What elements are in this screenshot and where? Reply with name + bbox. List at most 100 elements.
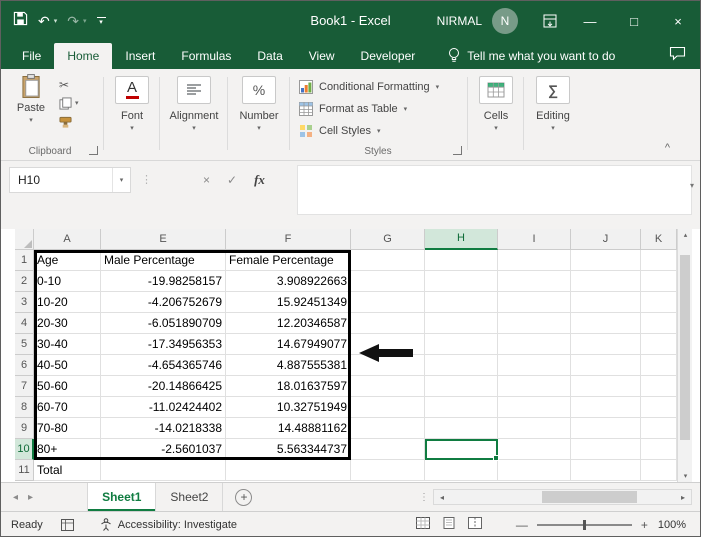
cell-E10[interactable]: -2.5601037 [101, 439, 226, 460]
format-painter-button[interactable] [59, 115, 79, 130]
undo-dropdown-icon[interactable]: ▾ [54, 17, 58, 25]
row-header-7[interactable]: 7 [15, 376, 34, 397]
cell-A3[interactable]: 10-20 [34, 292, 101, 313]
cell-K1[interactable] [641, 250, 677, 271]
cell-F6[interactable]: 4.887555381 [226, 355, 351, 376]
maximize-button[interactable]: □ [612, 1, 656, 41]
cell-K4[interactable] [641, 313, 677, 334]
cell-A5[interactable]: 30-40 [34, 334, 101, 355]
cell-I5[interactable] [498, 334, 571, 355]
scroll-down-icon[interactable]: ▾ [678, 472, 693, 480]
cell-A10[interactable]: 80+ [34, 439, 101, 460]
vertical-scrollbar[interactable]: ▴ ▾ [677, 229, 692, 482]
row-header-2[interactable]: 2 [15, 271, 34, 292]
cell-H3[interactable] [425, 292, 498, 313]
cell-H4[interactable] [425, 313, 498, 334]
user-avatar[interactable]: N [492, 8, 518, 34]
save-icon[interactable] [13, 11, 28, 31]
cell-F10[interactable]: 5.563344737 [226, 439, 351, 460]
paste-button[interactable]: Paste ▾ [9, 74, 53, 140]
cell-J11[interactable] [571, 460, 641, 481]
insert-function-icon[interactable]: fx [254, 172, 265, 188]
sheet-nav-left-icon[interactable]: ◂ [13, 492, 18, 503]
ribbon-tab-developer[interactable]: Developer [348, 43, 429, 69]
column-header-I[interactable]: I [498, 229, 571, 250]
row-header-8[interactable]: 8 [15, 397, 34, 418]
undo-icon[interactable]: ↶ [38, 13, 50, 30]
styles-dialog-launcher-icon[interactable] [453, 146, 462, 155]
cell-J8[interactable] [571, 397, 641, 418]
cell-I4[interactable] [498, 313, 571, 334]
cell-J10[interactable] [571, 439, 641, 460]
formula-bar-expand-icon[interactable]: ▾ [690, 181, 694, 190]
cell-A1[interactable]: Age [34, 250, 101, 271]
row-header-6[interactable]: 6 [15, 355, 34, 376]
column-header-A[interactable]: A [34, 229, 101, 250]
cell-H2[interactable] [425, 271, 498, 292]
ribbon-tab-home[interactable]: Home [54, 43, 112, 69]
scrollbar-splitter[interactable]: ⋮ [419, 492, 429, 503]
cell-E7[interactable]: -20.14866425 [101, 376, 226, 397]
conditional-formatting-button[interactable]: Conditional Formatting ▾ [299, 76, 439, 98]
editing-group-button[interactable]: ∑ Editing ▾ [525, 76, 581, 132]
cell-I8[interactable] [498, 397, 571, 418]
paste-dropdown-icon[interactable]: ▾ [29, 117, 33, 124]
cell-A6[interactable]: 40-50 [34, 355, 101, 376]
sheet-tab-sheet2[interactable]: Sheet2 [156, 483, 223, 511]
cell-F4[interactable]: 12.20346587 [226, 313, 351, 334]
cell-A9[interactable]: 70-80 [34, 418, 101, 439]
column-header-J[interactable]: J [571, 229, 641, 250]
cell-I6[interactable] [498, 355, 571, 376]
cell-F8[interactable]: 10.32751949 [226, 397, 351, 418]
cell-J7[interactable] [571, 376, 641, 397]
cell-E5[interactable]: -17.34956353 [101, 334, 226, 355]
cell-F2[interactable]: 3.908922663 [226, 271, 351, 292]
name-box[interactable]: H10 ▾ [9, 167, 131, 193]
font-group-button[interactable]: A Font ▾ [105, 76, 159, 132]
zoom-out-icon[interactable]: — [516, 518, 528, 532]
cell-E3[interactable]: -4.206752679 [101, 292, 226, 313]
ribbon-tab-formulas[interactable]: Formulas [168, 43, 244, 69]
select-all-corner[interactable] [15, 229, 34, 250]
cell-G9[interactable] [351, 418, 425, 439]
cell-E6[interactable]: -4.654365746 [101, 355, 226, 376]
cell-A4[interactable]: 20-30 [34, 313, 101, 334]
zoom-in-icon[interactable]: + [641, 518, 648, 532]
ribbon-tab-file[interactable]: File [9, 43, 54, 69]
cell-J6[interactable] [571, 355, 641, 376]
page-break-view-icon[interactable] [468, 517, 482, 532]
cell-F3[interactable]: 15.92451349 [226, 292, 351, 313]
cell-E9[interactable]: -14.0218338 [101, 418, 226, 439]
cell-F5[interactable]: 14.67949077 [226, 334, 351, 355]
alignment-group-button[interactable]: Alignment ▾ [161, 76, 227, 132]
cell-J3[interactable] [571, 292, 641, 313]
name-box-dropdown-icon[interactable]: ▾ [112, 168, 130, 192]
cell-F1[interactable]: Female Percentage [226, 250, 351, 271]
macro-record-icon[interactable] [61, 519, 74, 531]
column-header-G[interactable]: G [351, 229, 425, 250]
sheet-tab-sheet1[interactable]: Sheet1 [87, 483, 156, 511]
page-layout-view-icon[interactable] [442, 517, 456, 532]
cell-A8[interactable]: 60-70 [34, 397, 101, 418]
cell-K6[interactable] [641, 355, 677, 376]
cell-E1[interactable]: Male Percentage [101, 250, 226, 271]
cell-I11[interactable] [498, 460, 571, 481]
row-header-11[interactable]: 11 [15, 460, 34, 481]
cell-A7[interactable]: 50-60 [34, 376, 101, 397]
cell-E8[interactable]: -11.02424402 [101, 397, 226, 418]
row-header-9[interactable]: 9 [15, 418, 34, 439]
cell-J1[interactable] [571, 250, 641, 271]
cell-G2[interactable] [351, 271, 425, 292]
cell-G7[interactable] [351, 376, 425, 397]
cells-group-button[interactable]: Cells ▾ [469, 76, 523, 132]
cell-H1[interactable] [425, 250, 498, 271]
ribbon-tab-view[interactable]: View [296, 43, 348, 69]
cell-K2[interactable] [641, 271, 677, 292]
comment-icon[interactable] [669, 46, 686, 66]
cell-G3[interactable] [351, 292, 425, 313]
row-header-3[interactable]: 3 [15, 292, 34, 313]
collapse-ribbon-button[interactable]: ^ [665, 142, 670, 154]
row-header-4[interactable]: 4 [15, 313, 34, 334]
copy-dropdown-icon[interactable]: ▾ [75, 100, 79, 107]
cell-F9[interactable]: 14.48881162 [226, 418, 351, 439]
